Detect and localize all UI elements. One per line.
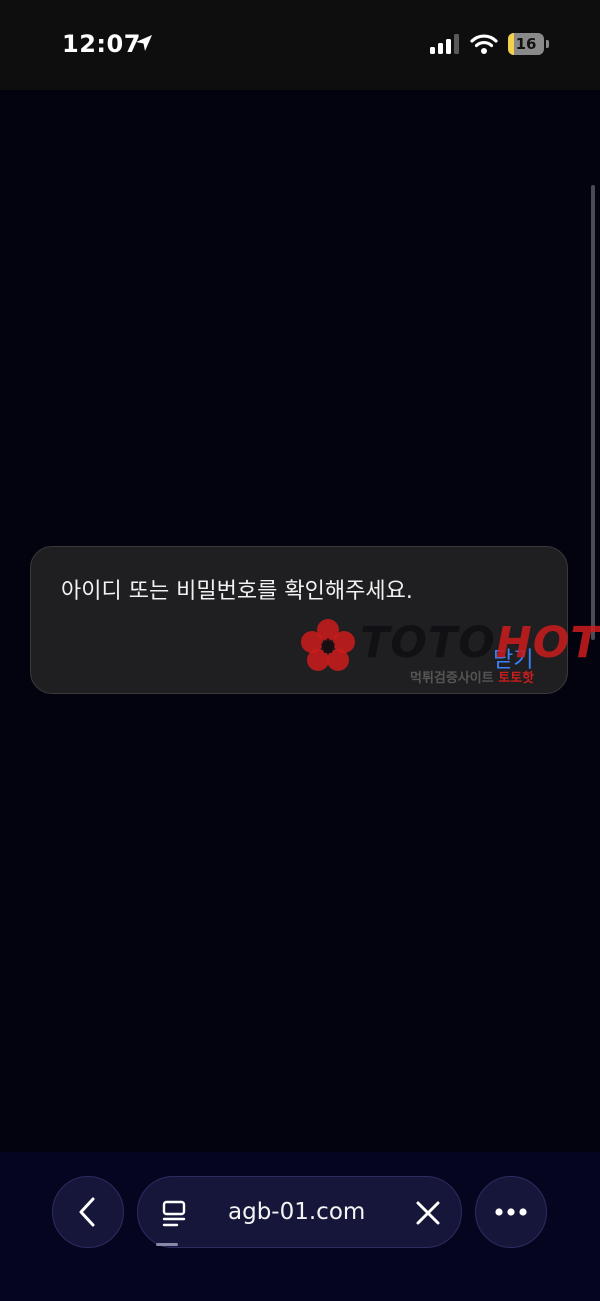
back-button[interactable] <box>52 1176 124 1248</box>
battery-indicator: 16 <box>508 33 549 55</box>
battery-level-text: 16 <box>515 35 537 53</box>
alert-message: 아이디 또는 비밀번호를 확인해주세요. <box>61 579 413 604</box>
close-icon[interactable] <box>415 1200 441 1226</box>
status-bar: 12:07 16 <box>0 0 600 90</box>
cellular-signal-icon <box>430 34 459 54</box>
battery-nub <box>546 40 549 48</box>
loading-progress <box>156 1243 178 1246</box>
wifi-icon <box>470 34 498 54</box>
address-bar[interactable]: agb-01.com <box>137 1176 462 1248</box>
alert-close-button[interactable]: 닫기 <box>493 642 533 674</box>
battery-body: 16 <box>508 33 544 55</box>
more-dots-icon <box>495 1208 527 1216</box>
page-menu-icon[interactable] <box>162 1200 188 1228</box>
scrollbar-thumb[interactable] <box>591 185 595 640</box>
url-text: agb-01.com <box>228 1199 366 1225</box>
more-options-button[interactable] <box>475 1176 547 1248</box>
status-time: 12:07 <box>62 30 141 58</box>
chevron-left-icon <box>79 1197 95 1227</box>
alert-dialog: 아이디 또는 비밀번호를 확인해주세요. 닫기 <box>30 546 568 694</box>
browser-toolbar: agb-01.com <box>0 1152 600 1301</box>
location-arrow-icon <box>136 35 152 51</box>
